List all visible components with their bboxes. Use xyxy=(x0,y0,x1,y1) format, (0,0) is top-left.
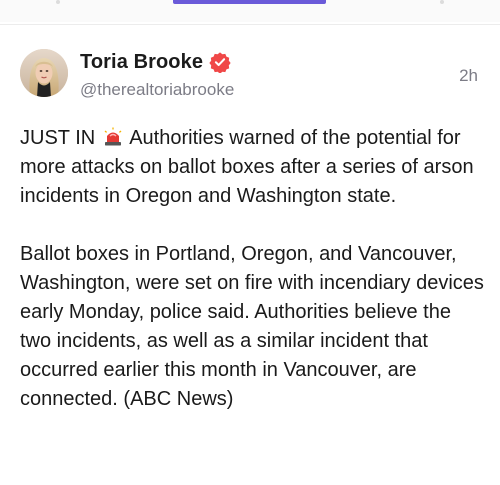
police-siren-icon xyxy=(103,127,123,147)
author-name-row: Toria Brooke xyxy=(80,49,231,75)
avatar-image xyxy=(20,49,68,97)
tab-dot xyxy=(440,0,444,4)
avatar[interactable] xyxy=(20,49,68,97)
post-timestamp: 2h xyxy=(459,66,478,85)
post-text-lead: JUST IN xyxy=(20,127,96,149)
post-card[interactable]: Toria Brooke @therealtoriabrooke 2h JUST… xyxy=(0,25,500,485)
active-tab-indicator xyxy=(173,0,326,4)
author-handle[interactable]: @therealtoriabrooke xyxy=(80,80,234,100)
post-body: JUST IN Authorities warned of the potent… xyxy=(20,124,485,414)
tab-dot xyxy=(56,0,60,4)
top-tab-bar xyxy=(0,0,500,22)
verified-badge-icon xyxy=(209,51,231,74)
post-paragraph: JUST IN Authorities warned of the potent… xyxy=(20,124,485,211)
author-name[interactable]: Toria Brooke xyxy=(80,51,203,74)
post-paragraph: Ballot boxes in Portland, Oregon, and Va… xyxy=(20,243,484,410)
